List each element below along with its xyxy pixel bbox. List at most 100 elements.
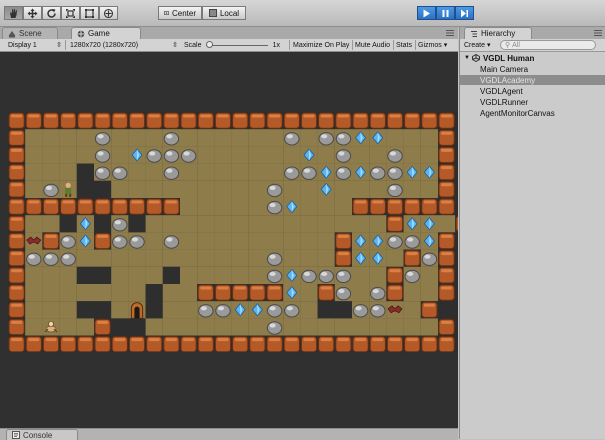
create-dropdown[interactable]: Create ▾ [464, 40, 491, 50]
tile-dirt [300, 301, 318, 319]
tile-background [76, 301, 94, 319]
tile-dirt [76, 249, 94, 267]
tile-wall-block [128, 198, 146, 216]
tab-scene[interactable]: Scene [2, 27, 58, 39]
rotate-tool-button[interactable] [42, 6, 61, 20]
scene-name: VGDL Human [482, 53, 535, 63]
mute-audio-toggle[interactable]: Mute Audio [355, 39, 390, 51]
scale-slider-thumb[interactable] [205, 41, 213, 48]
tile-diamond [420, 232, 438, 250]
scene-root-row[interactable]: ▼ VGDL Human [460, 53, 605, 63]
tile-boulder [162, 129, 180, 147]
play-button[interactable] [417, 6, 436, 20]
tile-dirt [25, 180, 43, 198]
tile-diamond [283, 266, 301, 284]
tile-wall-block [180, 335, 198, 353]
tile-boulder [334, 146, 352, 164]
tab-console[interactable]: Console [6, 429, 78, 440]
tile-wall-block [231, 284, 249, 302]
scale-tool-button[interactable] [61, 6, 80, 20]
hierarchy-item[interactable]: VGDLAcademy [460, 75, 605, 85]
tile-dirt [111, 146, 129, 164]
game-view-toolbar: Display 1 ⇳ 1280x720 (1280x720) ⇳ Scale … [0, 39, 458, 52]
gizmos-dropdown[interactable]: Gizmos ▾ [418, 39, 447, 51]
gizmos-label: Gizmos [418, 41, 442, 49]
tile-dirt [248, 318, 266, 336]
tile-background [145, 301, 163, 319]
tile-diamond [283, 198, 301, 216]
pivot-center-button[interactable]: Center [158, 6, 202, 20]
tile-dirt [300, 198, 318, 216]
hierarchy-item[interactable]: VGDLAgent [460, 86, 605, 96]
tile-dirt [352, 146, 370, 164]
tile-wall-block [455, 215, 473, 233]
tile-boulder [283, 129, 301, 147]
tile-dirt [197, 129, 215, 147]
tile-dirt [128, 180, 146, 198]
tile-dirt [248, 146, 266, 164]
scale-slider[interactable] [205, 41, 268, 49]
tile-scorpion [42, 318, 60, 336]
tile-dirt [25, 318, 43, 336]
tile-diamond [403, 163, 421, 181]
panel-menu-icon[interactable] [445, 29, 455, 37]
step-button[interactable] [455, 6, 474, 20]
tile-dirt [317, 318, 335, 336]
tile-boulder [266, 249, 284, 267]
hierarchy-item[interactable]: VGDLRunner [460, 97, 605, 107]
tile-dirt [283, 232, 301, 250]
display-dropdown[interactable]: Display 1 ⇳ [8, 39, 64, 51]
panel-menu-icon[interactable] [593, 29, 603, 37]
tile-wall-block [438, 249, 456, 267]
maximize-on-play-toggle[interactable]: Maximize On Play [293, 39, 349, 51]
tile-wall-block [8, 129, 26, 147]
hierarchy-item[interactable]: Main Camera [460, 64, 605, 74]
tile-dirt [180, 198, 198, 216]
tile-dirt [162, 180, 180, 198]
tile-dirt [197, 180, 215, 198]
game-viewport[interactable] [0, 52, 473, 428]
tab-hierarchy[interactable]: Hierarchy [464, 27, 532, 39]
tile-boulder [180, 146, 198, 164]
tile-background [76, 180, 94, 198]
tile-diamond [403, 215, 421, 233]
scale-label: Scale [184, 41, 202, 49]
resolution-dropdown[interactable]: 1280x720 (1280x720) ⇳ [70, 39, 180, 51]
tile-wall-block [438, 163, 456, 181]
tile-dirt [180, 318, 198, 336]
tile-boulder [334, 129, 352, 147]
tile-wall-block [180, 112, 198, 130]
tile-dirt [266, 129, 284, 147]
rect-tool-button[interactable] [80, 6, 99, 20]
tile-wall-block [386, 215, 404, 233]
hierarchy-search-input[interactable]: ⚲ All [500, 40, 596, 50]
tile-background [317, 301, 335, 319]
tile-boulder [42, 249, 60, 267]
tile-wall-block [162, 112, 180, 130]
stats-toggle[interactable]: Stats [396, 39, 412, 51]
tile-wall-block [111, 198, 129, 216]
tile-dirt [248, 163, 266, 181]
hierarchy-item-label: Main Camera [480, 64, 529, 74]
tile-boulder [59, 232, 77, 250]
tab-hierarchy-label: Hierarchy [481, 29, 516, 38]
transform-tool-button[interactable] [99, 6, 118, 20]
tile-boulder [266, 266, 284, 284]
tile-dirt [248, 129, 266, 147]
move-tool-button[interactable] [23, 6, 42, 20]
pause-button[interactable] [436, 6, 455, 20]
hand-tool-button[interactable] [4, 6, 23, 20]
expand-arrow-icon: ▼ [464, 55, 470, 61]
hierarchy-item-label: VGDLAcademy [480, 75, 536, 85]
tile-diamond [369, 129, 387, 147]
tile-boulder [162, 163, 180, 181]
tile-wall-block [76, 112, 94, 130]
tile-wall-block [59, 112, 77, 130]
space-local-button[interactable]: Local [202, 6, 246, 20]
tile-dirt [420, 266, 438, 284]
tab-game[interactable]: Game [71, 27, 141, 39]
tile-dirt [197, 318, 215, 336]
tile-dirt [25, 163, 43, 181]
hierarchy-item[interactable]: AgentMonitorCanvas [460, 108, 605, 118]
hierarchy-item-label: VGDLAgent [480, 86, 523, 96]
